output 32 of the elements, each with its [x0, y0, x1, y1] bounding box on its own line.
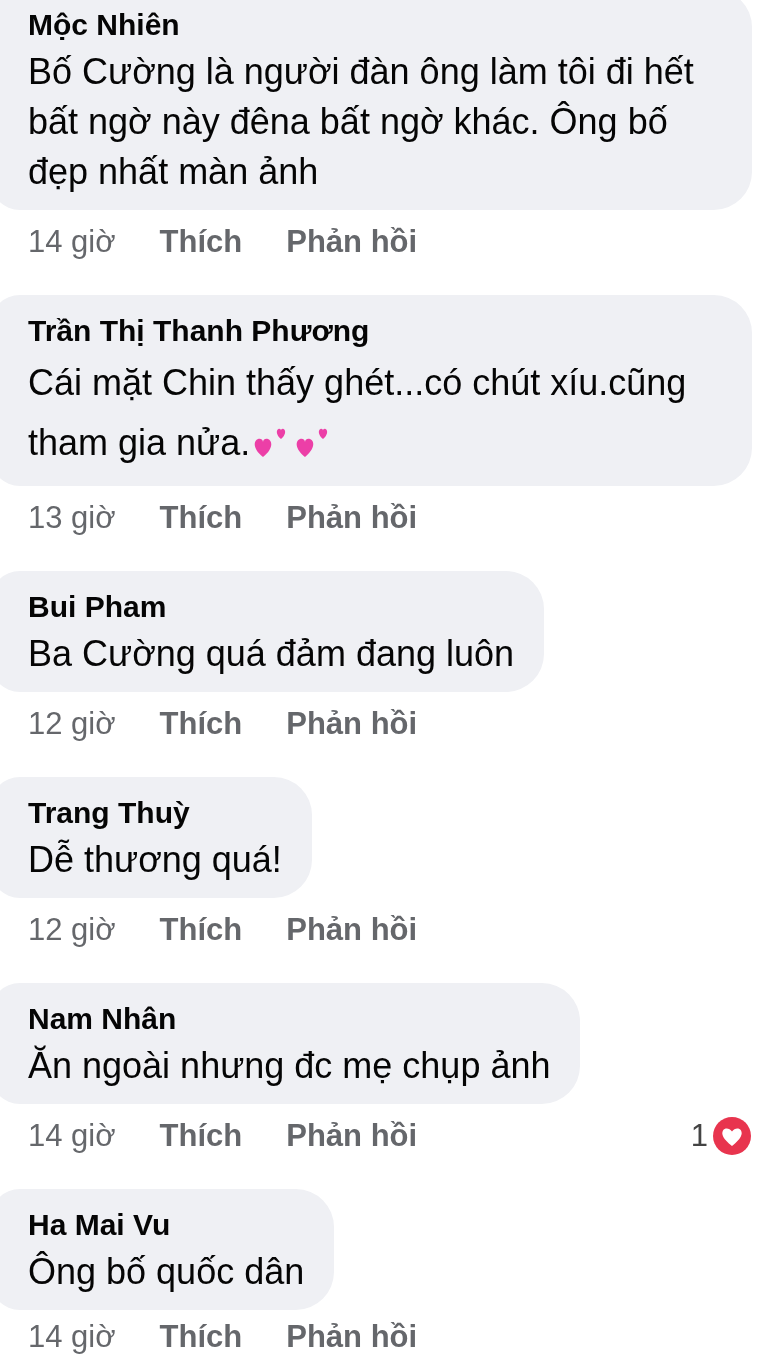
comment-author[interactable]: Trần Thị Thanh Phương [28, 309, 722, 353]
comment-text: Ba Cường quá đảm đang luôn [28, 632, 515, 676]
like-link[interactable]: Thích [159, 494, 243, 542]
comment-time: 14 giờ [28, 1116, 116, 1155]
like-link[interactable]: Thích [159, 700, 243, 748]
comment-time: 14 giờ [28, 222, 116, 261]
comment-time: 13 giờ [28, 498, 116, 537]
reaction-count: 1 [690, 1116, 708, 1155]
comment-time: 14 giờ [28, 1317, 116, 1356]
reply-link[interactable]: Phản hồi [286, 1313, 418, 1361]
comment-text: Dễ thương quá! [28, 838, 282, 882]
comment-time: 12 giờ [28, 910, 116, 949]
comment-text: Ông bố quốc dân [28, 1250, 305, 1294]
like-link[interactable]: Thích [159, 1112, 243, 1160]
comment-author[interactable]: Bui Pham [28, 585, 515, 629]
reply-link[interactable]: Phản hồi [286, 1112, 418, 1160]
comment-text: Cái mặt Chin thấy ghét...có chút xíu.cũng tham gia nửa. [28, 361, 688, 465]
like-link[interactable]: Thích [159, 906, 243, 954]
comment-time: 12 giờ [28, 704, 116, 743]
heart-reaction-icon[interactable] [712, 1116, 752, 1156]
comment-author[interactable]: Mộc Nhiên [28, 3, 722, 47]
reply-link[interactable]: Phản hồi [286, 218, 418, 266]
reply-link[interactable]: Phản hồi [286, 906, 418, 954]
reply-link[interactable]: Phản hồi [286, 494, 418, 542]
comment-text: Ăn ngoài nhưng đc mẹ chụp ảnh [28, 1044, 551, 1088]
comment-author[interactable]: Ha Mai Vu [28, 1203, 305, 1247]
like-link[interactable]: Thích [159, 1313, 243, 1361]
reply-link[interactable]: Phản hồi [286, 700, 418, 748]
comment-author[interactable]: Nam Nhân [28, 997, 551, 1041]
comment-author[interactable]: Trang Thuỳ [28, 791, 282, 835]
like-link[interactable]: Thích [159, 218, 243, 266]
comment-text: Bố Cường là người đàn ông làm tôi đi hết bất ngờ này đêna bất ngờ khác. Ông bố đẹp nhất màn ảnh [28, 50, 695, 194]
